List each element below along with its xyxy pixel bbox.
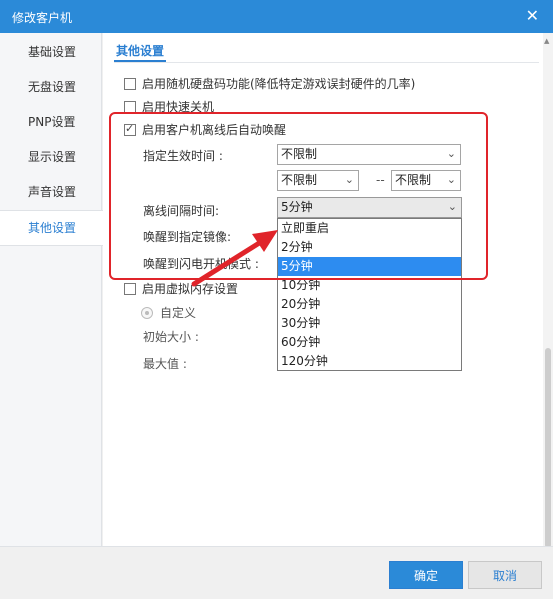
- tab-divider: [114, 62, 539, 63]
- sidebar-item-label: PNP设置: [28, 115, 76, 129]
- random-disk-checkbox[interactable]: [124, 77, 136, 90]
- cancel-button[interactable]: 取消: [468, 561, 542, 589]
- dropdown-option-selected[interactable]: 5分钟: [278, 257, 461, 276]
- initial-size-label: 初始大小 :: [143, 330, 199, 344]
- offline-interval-value: 5分钟: [281, 200, 313, 214]
- offline-interval-label: 离线间隔时间:: [143, 204, 220, 218]
- sidebar-item-diskless[interactable]: 无盘设置: [0, 71, 102, 103]
- radio-icon: [141, 306, 153, 319]
- time-separator: --: [376, 173, 385, 187]
- sidebar-item-label: 无盘设置: [28, 80, 77, 94]
- scrollbar[interactable]: ▲: [543, 33, 553, 548]
- dropdown-option[interactable]: 立即重启: [278, 219, 461, 238]
- wake-image-label: 唤醒到指定镜像:: [143, 230, 232, 244]
- virtual-memory-label: 启用虚拟内存设置: [142, 282, 239, 296]
- sidebar-item-label: 其他设置: [28, 221, 77, 235]
- sidebar-item-other[interactable]: 其他设置: [0, 210, 103, 246]
- virtual-memory-option[interactable]: 启用虚拟内存设置: [124, 280, 238, 297]
- effective-time-label: 指定生效时间 :: [143, 149, 223, 163]
- random-disk-option[interactable]: 启用随机硬盘码功能(降低特定游戏误封硬件的几率): [124, 75, 415, 92]
- close-icon[interactable]: ✕: [526, 6, 539, 25]
- dropdown-option[interactable]: 20分钟: [278, 295, 461, 314]
- offline-interval-select[interactable]: 5分钟 ⌄: [277, 197, 462, 218]
- custom-label: 自定义: [160, 306, 197, 320]
- effective-time-select[interactable]: 不限制 ⌄: [277, 144, 461, 165]
- wake-flash-label: 唤醒到闪电开机模式 :: [143, 257, 259, 271]
- sidebar-item-pnp[interactable]: PNP设置: [0, 106, 102, 138]
- dialog-footer: 确定 取消: [0, 546, 553, 599]
- time-from-select[interactable]: 不限制 ⌄: [277, 170, 359, 191]
- max-value-label: 最大值 :: [143, 357, 187, 371]
- chevron-down-icon: ⌄: [446, 173, 456, 186]
- sidebar-item-sound[interactable]: 声音设置: [0, 176, 102, 208]
- sidebar-item-label: 基础设置: [28, 45, 77, 59]
- dropdown-option[interactable]: 2分钟: [278, 238, 461, 257]
- chevron-down-icon: ⌄: [447, 200, 457, 213]
- scroll-up-icon[interactable]: ▲: [544, 37, 549, 45]
- sidebar-item-label: 显示设置: [28, 150, 77, 164]
- chevron-down-icon: ⌄: [446, 147, 456, 160]
- sidebar-item-display[interactable]: 显示设置: [0, 141, 102, 173]
- time-to-value: 不限制: [395, 173, 432, 187]
- window-title: 修改客户机: [12, 11, 73, 25]
- virtual-memory-checkbox[interactable]: [124, 282, 136, 295]
- sidebar-item-label: 声音设置: [28, 185, 77, 199]
- ok-button[interactable]: 确定: [389, 561, 463, 589]
- sidebar-item-basic[interactable]: 基础设置: [0, 36, 102, 68]
- sidebar: 基础设置 无盘设置 PNP设置 显示设置 声音设置 其他设置: [0, 33, 103, 546]
- offline-wake-option[interactable]: 启用客户机离线后自动唤醒: [124, 121, 286, 138]
- dropdown-option[interactable]: 60分钟: [278, 333, 461, 352]
- effective-time-value: 不限制: [281, 147, 318, 161]
- dropdown-option[interactable]: 120分钟: [278, 352, 461, 371]
- offline-wake-label: 启用客户机离线后自动唤醒: [142, 123, 287, 137]
- random-disk-label: 启用随机硬盘码功能(降低特定游戏误封硬件的几率): [142, 77, 416, 91]
- scrollbar-thumb[interactable]: [545, 348, 551, 548]
- quick-shutdown-label: 启用快速关机: [142, 100, 215, 114]
- dropdown-option[interactable]: 10分钟: [278, 276, 461, 295]
- time-to-select[interactable]: 不限制 ⌄: [391, 170, 461, 191]
- chevron-down-icon: ⌄: [344, 173, 354, 186]
- time-from-value: 不限制: [281, 173, 318, 187]
- dropdown-option[interactable]: 30分钟: [278, 314, 461, 333]
- quick-shutdown-checkbox[interactable]: [124, 100, 136, 113]
- quick-shutdown-option[interactable]: 启用快速关机: [124, 98, 214, 115]
- offline-interval-dropdown[interactable]: 立即重启 2分钟 5分钟 10分钟 20分钟 30分钟 60分钟 120分钟: [277, 218, 462, 371]
- offline-wake-checkbox[interactable]: [124, 122, 136, 136]
- custom-radio[interactable]: 自定义: [141, 304, 196, 321]
- tab-other-settings[interactable]: 其他设置: [116, 42, 164, 59]
- title-bar: 修改客户机 ✕: [0, 0, 553, 33]
